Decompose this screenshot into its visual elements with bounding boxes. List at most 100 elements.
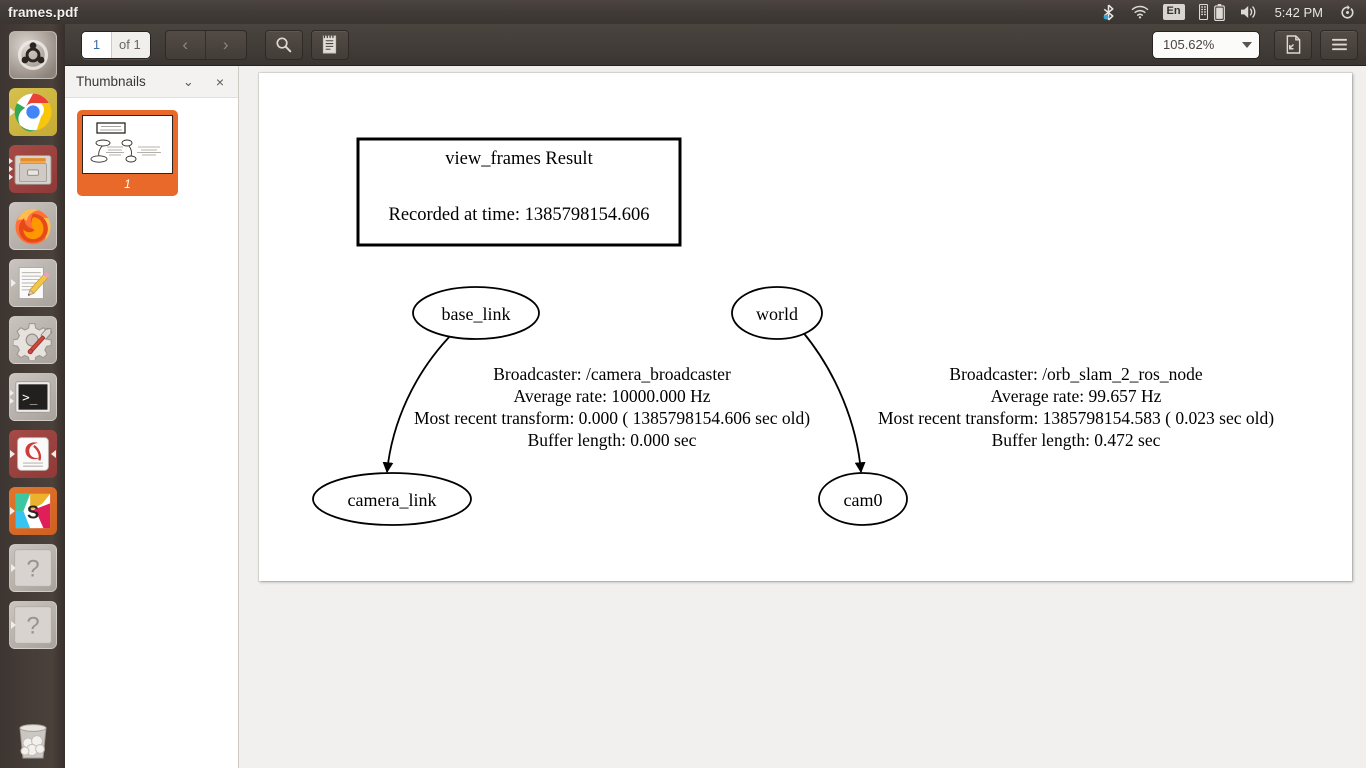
svg-text:?: ? (26, 612, 39, 639)
launcher-item-system-settings[interactable] (8, 316, 57, 364)
settings-icon (12, 323, 52, 360)
launcher-running-pip (9, 450, 15, 458)
svg-text:S: S (26, 503, 38, 523)
launcher-running-pip (10, 279, 16, 287)
thumbnail-page-number: 1 (124, 177, 131, 191)
launcher-running-pip (10, 621, 16, 629)
main-menu-button[interactable] (1320, 29, 1358, 60)
launcher-running-pip (9, 108, 15, 116)
launcher-item-google-chrome[interactable] (8, 88, 57, 136)
thumbnail-item-1[interactable]: 1 (77, 110, 178, 196)
sidebar-title: Thumbnails (76, 74, 146, 89)
tf-frames-graph: view_frames Result Recorded at time: 138… (312, 137, 1274, 526)
edge-label-line: Average rate: 99.657 Hz (991, 386, 1162, 406)
page-fit-button[interactable] (1274, 29, 1312, 60)
edge-label-line: Most recent transform: 0.000 ( 138579815… (414, 408, 810, 428)
question-mark-icon: ? (13, 549, 52, 587)
sidebar-close-icon[interactable]: × (210, 74, 230, 90)
result-title-line2: Recorded at time: 1385798154.606 (388, 205, 649, 225)
annotations-icon (323, 35, 337, 54)
sidebar-header: Thumbnails ⌄ × (65, 66, 238, 98)
toolbar-right-group: 105.62% (1152, 29, 1358, 60)
unity-launcher: >_ S ? ? (0, 24, 65, 768)
evince-icon (16, 437, 49, 471)
clock[interactable]: 5:42 PM (1266, 5, 1332, 20)
thumbnail-graph (83, 116, 172, 173)
window-title: frames.pdf (8, 4, 79, 20)
launcher-running-pips (9, 390, 14, 404)
search-icon (276, 37, 292, 53)
sidebar-dropdown-chevron-icon[interactable]: ⌄ (177, 74, 200, 90)
launcher-item-text-editor[interactable] (8, 259, 57, 307)
bluetooth-icon[interactable] (1093, 0, 1124, 24)
page-fit-icon (1286, 35, 1300, 54)
keyboard-layout-indicator[interactable]: En (1156, 0, 1192, 24)
launcher-item-ubuntu-dash[interactable] (8, 31, 57, 79)
chrome-icon (14, 93, 51, 132)
system-tray: En 5:42 PM (1093, 0, 1366, 24)
thumbnails-sidebar: Thumbnails ⌄ × 1 (65, 66, 239, 768)
edge-label-orb_slam_2_ros_node: Broadcaster: /orb_slam_2_ros_node Averag… (878, 364, 1274, 450)
trash-icon (18, 724, 47, 759)
annotations-button[interactable] (310, 29, 349, 60)
hamburger-menu-icon (1331, 38, 1347, 51)
keyboard-layout-label: En (1162, 4, 1185, 20)
svg-text:?: ? (26, 555, 39, 582)
edge-label-camera_broadcaster: Broadcaster: /camera_broadcaster Average… (414, 364, 810, 450)
edge-label-line: Most recent transform: 1385798154.583 ( … (878, 408, 1274, 428)
edge-label-line: Buffer length: 0.472 sec (992, 430, 1161, 450)
sim-icon[interactable] (1192, 0, 1211, 24)
firefox-icon (15, 208, 51, 245)
zoom-selector[interactable]: 105.62% (1152, 30, 1260, 59)
node-camera_link-label: camera_link (348, 490, 437, 510)
battery-icon[interactable] (1211, 0, 1232, 24)
slack-icon: S (15, 493, 50, 529)
launcher-item-document-viewer[interactable] (8, 430, 57, 478)
result-title-line1: view_frames Result (445, 149, 593, 169)
launcher-running-pips (8, 158, 13, 180)
launcher-running-pip (10, 564, 16, 572)
thumbnail-preview (82, 115, 173, 174)
page-number-input[interactable] (82, 31, 112, 58)
chevron-down-icon (1242, 41, 1252, 48)
page-navigation-group: ‹ › (164, 29, 247, 60)
file-cabinet-icon (14, 155, 51, 185)
launcher-item-slack[interactable]: S (8, 487, 57, 535)
pdf-page: view_frames Result Recorded at time: 138… (259, 73, 1352, 581)
wifi-icon[interactable] (1124, 0, 1156, 24)
toolbar: of 1 ‹ › 105.62% (65, 24, 1366, 66)
next-page-button[interactable]: › (206, 31, 246, 59)
edge-world-cam0 (801, 330, 866, 474)
node-base_link-label: base_link (442, 304, 511, 324)
document-view[interactable]: view_frames Result Recorded at time: 138… (239, 66, 1366, 768)
edge-label-line: Buffer length: 0.000 sec (528, 430, 697, 450)
search-button[interactable] (264, 29, 303, 60)
edge-label-line: Broadcaster: /camera_broadcaster (493, 364, 731, 384)
thumbnail-list: 1 (65, 98, 238, 196)
terminal-icon: >_ (14, 381, 51, 413)
question-mark-icon: ? (13, 606, 52, 644)
text-editor-icon (18, 267, 49, 299)
launcher-focused-pip (50, 450, 56, 458)
edge-label-line: Broadcaster: /orb_slam_2_ros_node (949, 364, 1202, 384)
launcher-item-unknown-app-2[interactable]: ? (8, 601, 57, 649)
top-panel: frames.pdf En 5:42 PM (0, 0, 1366, 24)
ubuntu-icon (9, 32, 56, 78)
node-world-label: world (756, 304, 798, 324)
launcher-item-trash[interactable] (9, 714, 57, 762)
session-gear-icon[interactable] (1332, 0, 1366, 24)
launcher-item-files[interactable] (8, 145, 57, 193)
node-cam0-label: cam0 (844, 490, 883, 510)
page-total-label: of 1 (112, 31, 150, 58)
zoom-level-value: 105.62% (1163, 37, 1215, 52)
svg-text:>_: >_ (22, 390, 38, 405)
volume-icon[interactable] (1232, 0, 1266, 24)
launcher-item-firefox[interactable] (8, 202, 57, 250)
page-selector[interactable]: of 1 (81, 30, 151, 59)
edge-label-line: Average rate: 10000.000 Hz (514, 386, 711, 406)
previous-page-button[interactable]: ‹ (166, 30, 206, 59)
launcher-item-unknown-app-1[interactable]: ? (8, 544, 57, 592)
document-viewer-window: of 1 ‹ › 105.62% (65, 24, 1366, 768)
launcher-running-pip (9, 507, 15, 515)
launcher-item-terminal[interactable]: >_ (8, 373, 57, 421)
